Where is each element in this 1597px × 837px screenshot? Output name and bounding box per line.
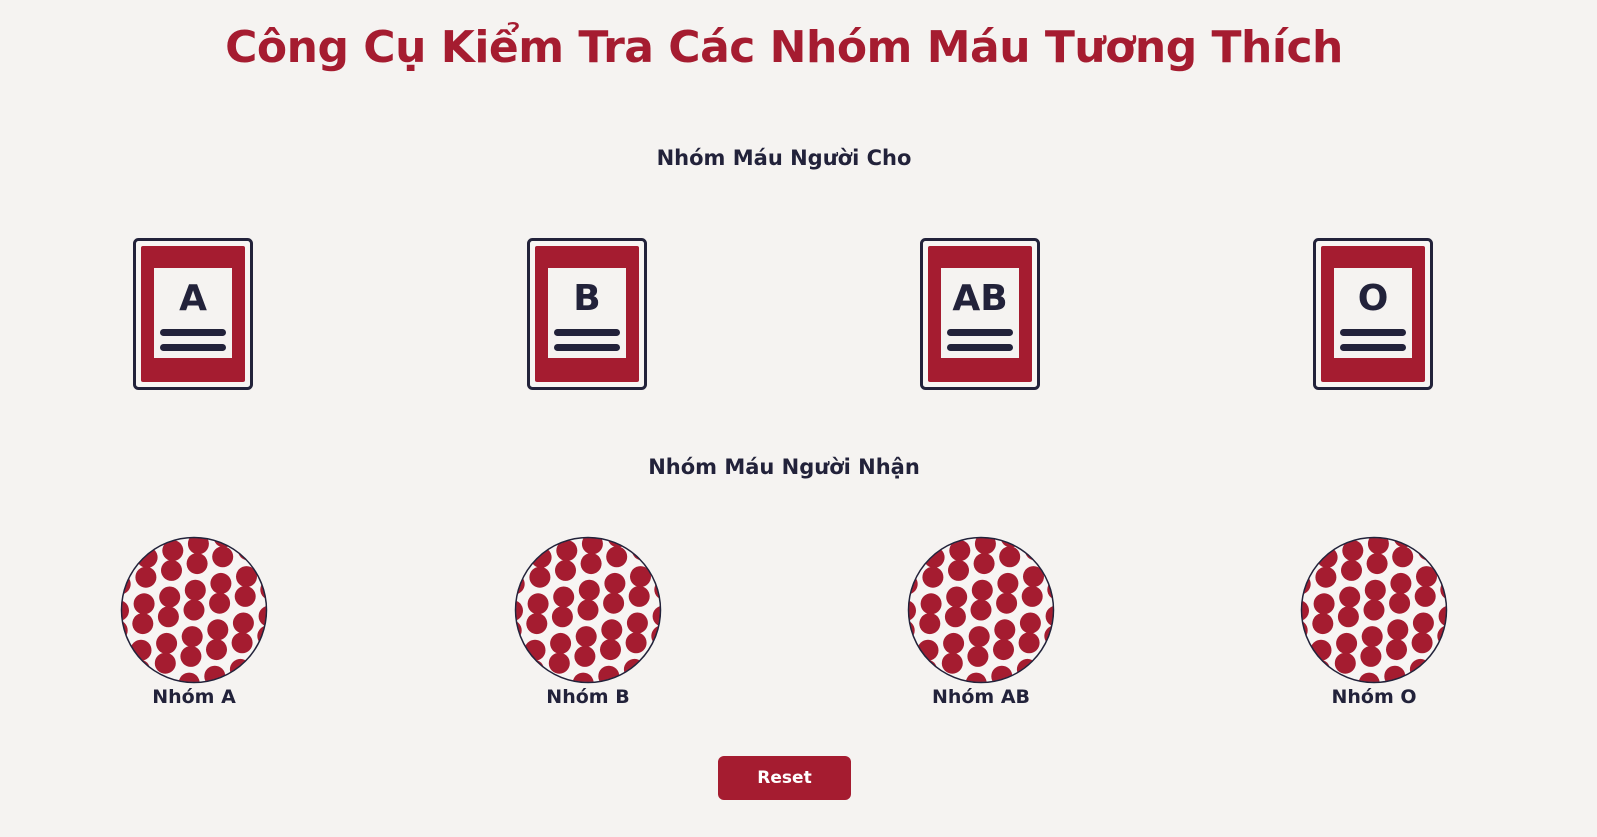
recipient-cell-o-label: Nhóm O [1331,686,1417,708]
donor-bag-b[interactable] [527,238,647,390]
recipient-cell-b-label: Nhóm B [546,686,630,708]
recipient-cell-b[interactable] [514,536,662,684]
blood-cells-icon [907,536,1055,684]
page-title: Công Cụ Kiểm Tra Các Nhóm Máu Tương Thíc… [225,22,1343,73]
recipient-section-label: Nhóm Máu Người Nhận [648,455,920,479]
recipient-cell-ab-label: Nhóm AB [931,686,1031,708]
donor-section-label: Nhóm Máu Người Cho [656,146,912,170]
blood-bag-icon [527,238,647,390]
blood-bag-icon [920,238,1040,390]
page: Công Cụ Kiểm Tra Các Nhóm Máu Tương Thíc… [0,0,1597,837]
blood-bag-icon [133,238,253,390]
recipient-cell-a-label: Nhóm A [152,686,236,708]
recipient-cell-a[interactable] [120,536,268,684]
blood-cells-icon [120,536,268,684]
recipient-cell-o[interactable] [1300,536,1448,684]
blood-cells-icon [514,536,662,684]
blood-cells-icon [1300,536,1448,684]
donor-bag-o[interactable] [1313,238,1433,390]
reset-button[interactable]: Reset [718,756,851,800]
donor-bag-a[interactable] [133,238,253,390]
recipient-cell-ab[interactable] [907,536,1055,684]
blood-bag-icon [1313,238,1433,390]
donor-bag-ab[interactable] [920,238,1040,390]
